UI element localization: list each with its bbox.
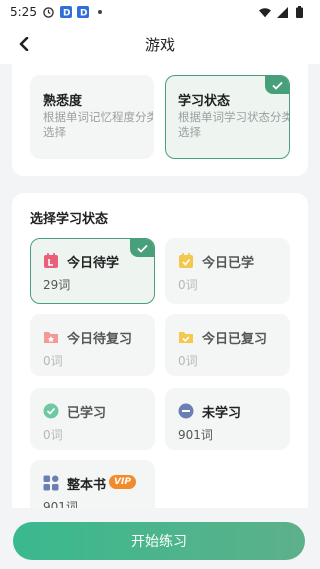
status-option-name: 今日已复习 xyxy=(202,332,268,347)
mode-option-learning-status[interactable]: 学习状态 根据单词学习状态分类选择 xyxy=(165,75,290,159)
start-practice-button[interactable]: 开始练习 xyxy=(13,522,305,560)
signal-icon xyxy=(276,6,288,18)
status-option-count: 29词 xyxy=(43,278,71,292)
status-option-today-to-review[interactable]: 今日待复习 0词 xyxy=(30,314,155,376)
status-option-today-learned[interactable]: 今日已学 0词 xyxy=(165,238,290,304)
folder-star-icon xyxy=(43,329,59,345)
status-option-today-reviewed[interactable]: 今日已复习 0词 xyxy=(165,314,290,376)
calendar-l-icon xyxy=(43,253,59,269)
page-title: 游戏 xyxy=(144,35,175,54)
status-option-count: 0词 xyxy=(178,354,198,368)
calendar-check-icon xyxy=(178,253,194,269)
status-option-name: 未学习 xyxy=(202,406,242,421)
status-option-name: 今日已学 xyxy=(202,256,255,271)
minus-circle-icon xyxy=(178,403,194,419)
mode-option-title: 学习状态 xyxy=(178,94,231,109)
folder-check-icon xyxy=(178,329,194,345)
battery-icon xyxy=(293,6,305,18)
mode-card: 熟悉度 根据单词记忆程度分类选择 学习状态 根据单词学习状态分类选择 xyxy=(12,64,308,176)
status-time: 5:25 xyxy=(10,5,37,19)
app-d-icon: D xyxy=(59,6,72,19)
grid-icon xyxy=(43,475,59,491)
status-option-count: 0词 xyxy=(178,278,198,292)
nav-bar: 游戏 xyxy=(0,24,320,64)
svg-text:D: D xyxy=(80,9,87,19)
status-option-name: 整本书 xyxy=(67,478,107,493)
mode-option-desc: 根据单词学习状态分类选择 xyxy=(178,110,290,139)
status-option-not-learned[interactable]: 未学习 901词 xyxy=(165,388,290,450)
mode-option-desc: 根据单词记忆程度分类选择 xyxy=(43,110,154,139)
status-option-count: 0词 xyxy=(43,354,63,368)
app-d-icon: D xyxy=(76,6,89,19)
status-option-name: 已学习 xyxy=(67,406,107,421)
check-icon xyxy=(265,76,289,94)
mode-option-title: 熟悉度 xyxy=(43,94,83,109)
mode-option-familiarity[interactable]: 熟悉度 根据单词记忆程度分类选择 xyxy=(30,75,154,159)
chevron-left-icon xyxy=(19,37,29,51)
check-icon xyxy=(130,239,154,257)
back-button[interactable] xyxy=(14,34,34,54)
section-title: 选择学习状态 xyxy=(30,212,109,227)
status-option-today-to-learn[interactable]: 今日待学 29词 xyxy=(30,238,155,304)
status-option-count: 901词 xyxy=(178,428,213,442)
status-option-name: 今日待复习 xyxy=(67,332,133,347)
status-option-name: 今日待学 xyxy=(67,256,120,271)
status-bar: 5:25 D D xyxy=(0,0,320,24)
svg-text:D: D xyxy=(63,9,70,19)
check-circle-icon xyxy=(43,403,59,419)
wifi-icon xyxy=(259,6,271,18)
notification-dot-icon xyxy=(94,6,106,18)
sync-icon xyxy=(43,6,55,18)
status-option-count: 0词 xyxy=(43,428,63,442)
vip-badge: VIP xyxy=(109,475,136,489)
status-option-learned[interactable]: 已学习 0词 xyxy=(30,388,155,450)
